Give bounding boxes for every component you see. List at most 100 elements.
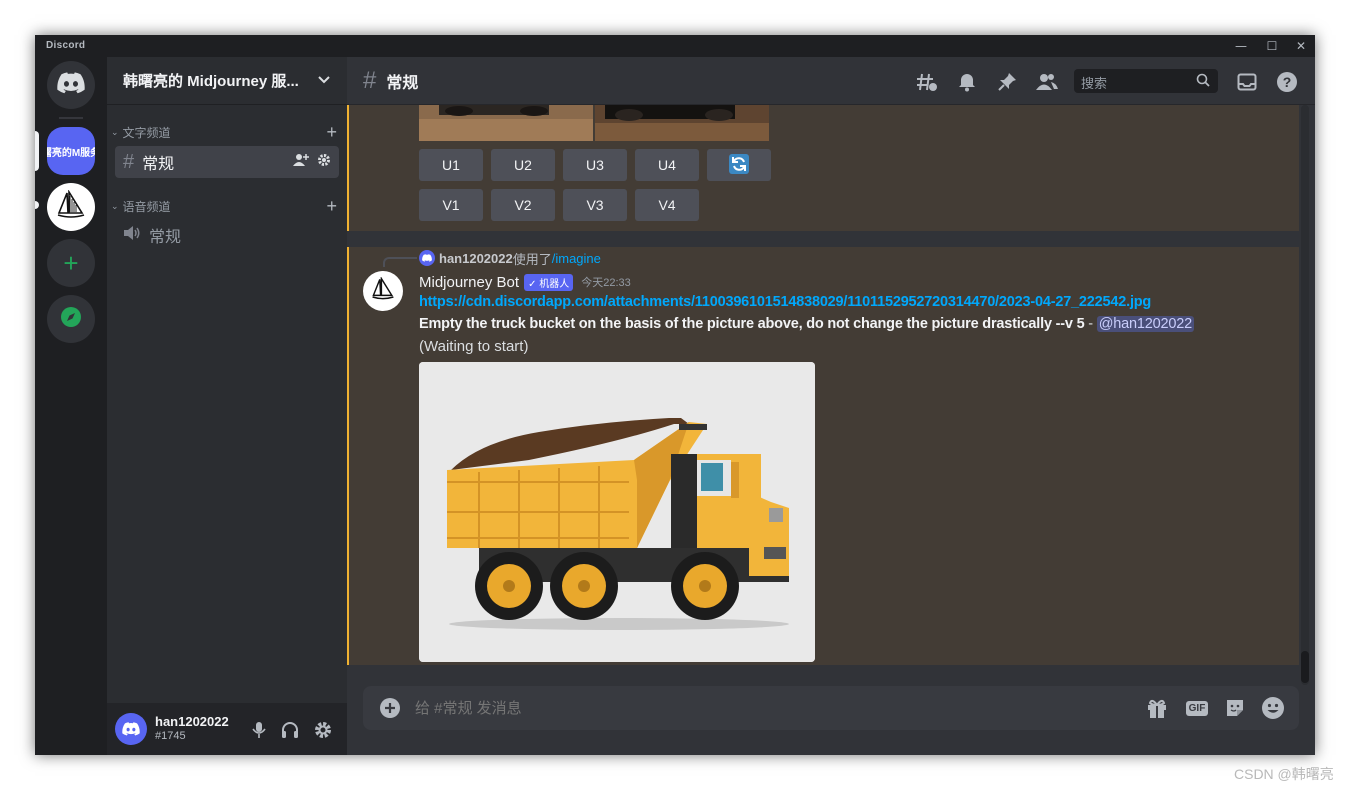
- scrollbar-track[interactable]: [1301, 105, 1309, 685]
- gif-label: GIF: [1185, 700, 1209, 716]
- hash-icon: #: [363, 66, 377, 94]
- plus-icon: +: [63, 248, 79, 278]
- category-text-channels[interactable]: ⌄ 文字频道 +: [111, 123, 343, 141]
- upscale-button-u3[interactable]: U3: [563, 149, 627, 181]
- settings-gear-icon[interactable]: [317, 153, 331, 172]
- attachment-link[interactable]: https://cdn.discordapp.com/attachments/1…: [419, 294, 1279, 310]
- bot-message: han1202022 使用了 /imagine Midjourney Bot ✓…: [347, 247, 1299, 665]
- previous-message: U1 U2 U3 U4 V1 V2 V3 V4: [347, 105, 1299, 231]
- invite-icon[interactable]: [293, 153, 309, 172]
- gif-icon[interactable]: GIF: [1185, 697, 1209, 719]
- reply-action: 使用了: [512, 251, 552, 267]
- variation-button-v2[interactable]: V2: [491, 189, 555, 221]
- bot-avatar[interactable]: [363, 271, 403, 311]
- status-text: (Waiting to start): [419, 338, 529, 355]
- create-channel-icon[interactable]: +: [326, 123, 337, 141]
- svg-text:?: ?: [1283, 74, 1292, 90]
- chevron-small-icon: ⌄: [111, 200, 119, 211]
- category-label: 文字频道: [122, 125, 171, 140]
- reply-avatar: [419, 250, 435, 266]
- guild-header[interactable]: 韩曙亮的 Midjourney 服...: [107, 57, 347, 105]
- channel-header: # 常规 搜索 ?: [347, 57, 1315, 105]
- message-header: Midjourney Bot ✓ 机器人 今天22:33: [419, 271, 631, 293]
- prompt-separator: -: [1084, 316, 1097, 332]
- add-attachment-icon[interactable]: [379, 697, 401, 724]
- upscale-button-u4[interactable]: U4: [635, 149, 699, 181]
- unread-indicator: [35, 201, 39, 209]
- timestamp: 今天22:33: [581, 277, 631, 289]
- speaker-icon: [123, 225, 141, 246]
- channel-item-voice-general[interactable]: 常规: [115, 219, 339, 251]
- guild-name: 韩曙亮的 Midjourney 服...: [123, 73, 299, 90]
- server-list: 曙亮的M服务 +: [35, 57, 107, 755]
- members-icon[interactable]: [1035, 71, 1059, 93]
- hash-icon: #: [123, 150, 135, 173]
- add-server-button[interactable]: +: [47, 239, 95, 287]
- channel-sidebar: 韩曙亮的 Midjourney 服... ⌄ 文字频道 + # 常规 ⌄ 语音频…: [107, 57, 347, 755]
- refresh-icon: [729, 153, 749, 177]
- channel-name: 常规: [149, 229, 182, 246]
- author-name[interactable]: Midjourney Bot: [419, 274, 519, 291]
- home-button[interactable]: [47, 61, 95, 109]
- reroll-button[interactable]: [707, 149, 771, 181]
- headphones-icon[interactable]: [281, 721, 299, 744]
- upscale-button-u2[interactable]: U2: [491, 149, 555, 181]
- user-mention[interactable]: @han1202022: [1096, 316, 1194, 332]
- user-panel: han1202022 #1745: [107, 703, 347, 755]
- discord-window: Discord — ☐ ✕ 曙亮的M服务 +: [35, 35, 1315, 755]
- create-channel-icon[interactable]: +: [326, 197, 337, 215]
- search-input[interactable]: 搜索: [1074, 69, 1218, 93]
- title-bar: Discord — ☐ ✕: [35, 35, 1315, 57]
- dump-truck-image: [419, 362, 815, 662]
- discord-logo-icon: [122, 722, 140, 736]
- reply-command: /imagine: [551, 250, 601, 266]
- category-label: 语音频道: [122, 199, 171, 214]
- discord-logo-icon: [57, 71, 85, 99]
- variation-button-v4[interactable]: V4: [635, 189, 699, 221]
- explore-button[interactable]: [47, 295, 95, 343]
- user-settings-gear-icon[interactable]: [314, 721, 332, 744]
- reply-username: han1202022: [439, 250, 513, 266]
- channel-title: 常规: [386, 74, 419, 92]
- avatar[interactable]: [115, 713, 147, 745]
- selected-indicator: [35, 131, 39, 171]
- compass-icon: [60, 306, 82, 333]
- inbox-icon[interactable]: [1235, 71, 1259, 93]
- server-han-midjourney[interactable]: 曙亮的M服务: [47, 127, 95, 175]
- pin-icon[interactable]: [995, 71, 1019, 93]
- threads-icon[interactable]: [915, 71, 939, 93]
- microphone-icon[interactable]: [251, 721, 267, 744]
- app-name: Discord: [46, 40, 86, 51]
- message-input[interactable]: [415, 696, 1115, 720]
- chevron-down-icon: [317, 72, 331, 89]
- user-tag: #1745: [155, 730, 186, 742]
- server-divider: [59, 117, 83, 119]
- watermark: CSDN @韩曙亮: [1234, 766, 1334, 782]
- previous-image-grid[interactable]: [419, 105, 769, 141]
- variation-button-v3[interactable]: V3: [563, 189, 627, 221]
- search-icon: [1196, 73, 1210, 92]
- minimize-button[interactable]: —: [1227, 35, 1255, 57]
- server-abbr: 曙亮的M服务: [47, 147, 95, 159]
- server-midjourney[interactable]: [47, 183, 95, 231]
- emoji-icon[interactable]: [1261, 697, 1285, 719]
- main-chat: # 常规 搜索 ? U1 U2 U3 U4 V1 V2 V3 V4 han120…: [347, 57, 1315, 755]
- close-button[interactable]: ✕: [1287, 35, 1315, 57]
- prompt-text: Empty the truck bucket on the basis of t…: [419, 316, 1085, 332]
- maximize-button[interactable]: ☐: [1258, 35, 1286, 57]
- upscale-button-u1[interactable]: U1: [419, 149, 483, 181]
- variation-button-v1[interactable]: V1: [419, 189, 483, 221]
- message-list: U1 U2 U3 U4 V1 V2 V3 V4 han1202022 使用了 /…: [347, 105, 1315, 685]
- user-info[interactable]: han1202022 #1745: [155, 714, 229, 744]
- sticker-icon[interactable]: [1223, 697, 1247, 719]
- reply-context[interactable]: han1202022 使用了 /imagine: [419, 250, 601, 267]
- category-voice-channels[interactable]: ⌄ 语音频道 +: [111, 197, 343, 215]
- reply-spine: [383, 257, 417, 267]
- help-icon[interactable]: ?: [1275, 71, 1299, 93]
- gift-icon[interactable]: [1145, 697, 1169, 719]
- generated-image[interactable]: [419, 362, 815, 662]
- bell-icon[interactable]: [955, 71, 979, 93]
- message-composer: GIF: [363, 686, 1299, 730]
- scrollbar-thumb[interactable]: [1301, 651, 1309, 683]
- channel-item-general[interactable]: # 常规: [115, 146, 339, 178]
